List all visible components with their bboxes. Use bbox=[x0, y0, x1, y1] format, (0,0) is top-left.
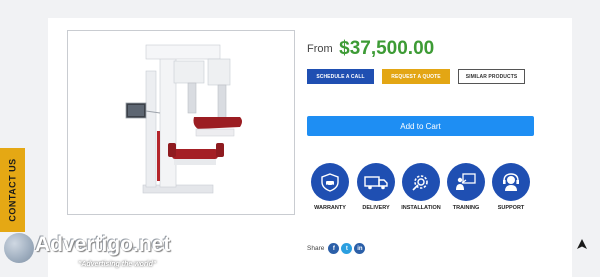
support-headset-icon bbox=[492, 163, 530, 201]
schedule-call-button[interactable]: SCHEDULE A CALL bbox=[307, 69, 374, 84]
contact-us-tab[interactable]: CONTACT US bbox=[0, 148, 25, 232]
share-row: Share f t in bbox=[307, 243, 367, 254]
warranty-car-icon bbox=[311, 163, 349, 201]
scroll-to-top-icon[interactable] bbox=[576, 238, 588, 250]
watermark-slogan: "Advertising the world" bbox=[78, 261, 157, 268]
installation-gear-icon bbox=[402, 163, 440, 201]
feature-label: SUPPORT bbox=[497, 205, 525, 211]
price-amount: $37,500.00 bbox=[339, 38, 435, 59]
globe-icon bbox=[4, 233, 34, 263]
dental-xray-machine-image bbox=[125, 44, 242, 194]
watermark-name: Advertigo.net bbox=[35, 233, 171, 256]
feature-warranty[interactable]: WARRANTY bbox=[308, 163, 352, 211]
feature-training[interactable]: TRAINING bbox=[444, 163, 488, 211]
feature-label: WARRANTY bbox=[314, 205, 346, 211]
feature-support[interactable]: SUPPORT bbox=[489, 163, 533, 211]
price-row: From $37,500.00 bbox=[307, 38, 434, 60]
add-to-cart-button[interactable]: Add to Cart bbox=[307, 116, 534, 136]
advertigo-watermark: Advertigo.net "Advertising the world" bbox=[2, 231, 172, 275]
feature-label: TRAINING bbox=[452, 205, 480, 211]
twitter-icon[interactable]: t bbox=[341, 243, 353, 254]
training-icon bbox=[447, 163, 485, 201]
price-prefix: From bbox=[307, 43, 333, 55]
linkedin-icon[interactable]: in bbox=[354, 243, 366, 254]
request-quote-button[interactable]: REQUEST A QUOTE bbox=[382, 69, 450, 84]
feature-delivery[interactable]: DELIVERY bbox=[354, 163, 398, 211]
truck-icon bbox=[357, 163, 395, 201]
similar-products-button[interactable]: SIMILAR PRODUCTS bbox=[458, 69, 525, 84]
contact-us-label: CONTACT US bbox=[7, 158, 18, 222]
feature-installation[interactable]: INSTALLATION bbox=[399, 163, 443, 211]
product-image[interactable] bbox=[67, 30, 295, 215]
facebook-icon[interactable]: f bbox=[328, 243, 340, 254]
feature-label: DELIVERY bbox=[362, 205, 390, 211]
feature-label: INSTALLATION bbox=[401, 205, 441, 211]
share-label: Share bbox=[307, 245, 325, 252]
